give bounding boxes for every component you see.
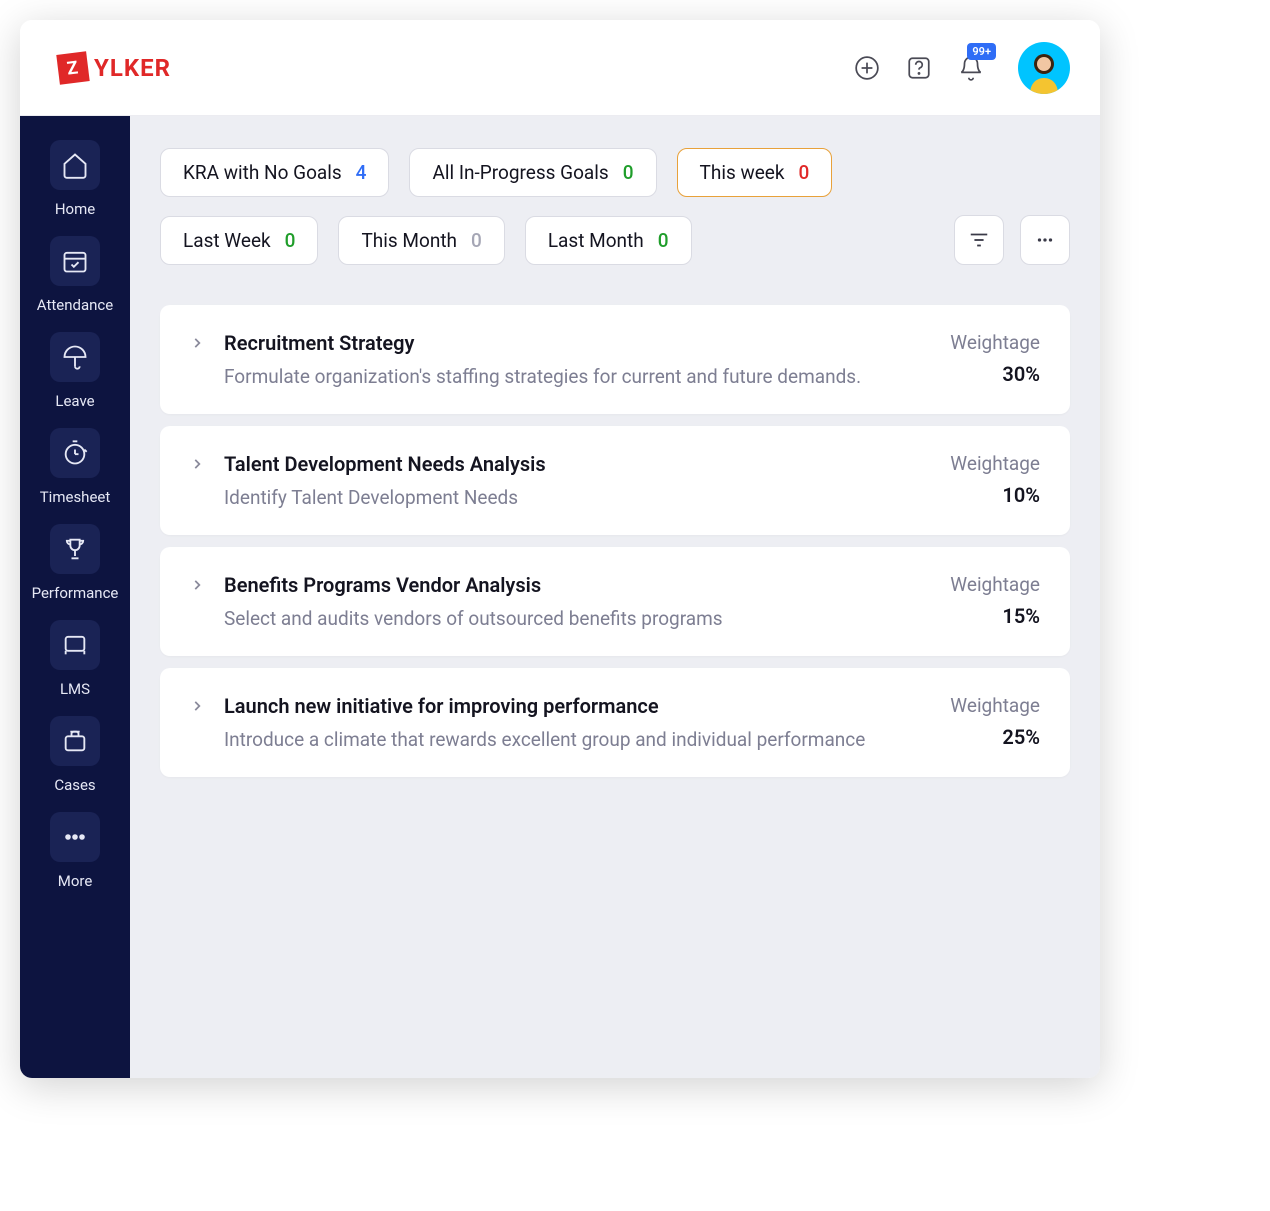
- sidebar-item-lms[interactable]: LMS: [50, 620, 100, 698]
- weightage-value: 10%: [930, 483, 1040, 507]
- sidebar: Home Attendance Leave Timesheet Performa…: [20, 116, 130, 1078]
- kra-weightage: Weightage 10%: [930, 452, 1040, 507]
- kra-card-body: Launch new initiative for improving perf…: [224, 694, 910, 751]
- weightage-label: Weightage: [930, 331, 1040, 354]
- kra-weightage: Weightage 25%: [930, 694, 1040, 749]
- chevron-right-icon[interactable]: [190, 456, 204, 475]
- home-icon: [50, 140, 100, 190]
- kra-desc: Select and audits vendors of outsourced …: [224, 607, 910, 630]
- sidebar-item-cases[interactable]: Cases: [50, 716, 100, 794]
- notification-badge: 99+: [967, 43, 996, 60]
- sidebar-item-label: Attendance: [37, 296, 113, 314]
- kra-weightage: Weightage 30%: [930, 331, 1040, 386]
- more-options-icon[interactable]: [1020, 215, 1070, 265]
- kra-title: Recruitment Strategy: [224, 331, 910, 355]
- chip-count: 0: [799, 161, 810, 184]
- chip-last-month[interactable]: Last Month 0: [525, 216, 692, 265]
- chip-label: KRA with No Goals: [183, 161, 342, 184]
- chevron-right-icon[interactable]: [190, 698, 204, 717]
- brand-text: YLKER: [94, 54, 171, 82]
- sidebar-item-more[interactable]: More: [50, 812, 100, 890]
- kra-card-body: Recruitment Strategy Formulate organizat…: [224, 331, 910, 388]
- kra-card-body: Talent Development Needs Analysis Identi…: [224, 452, 910, 509]
- sidebar-item-label: Performance: [32, 584, 119, 602]
- kra-card[interactable]: Talent Development Needs Analysis Identi…: [160, 426, 1070, 535]
- sidebar-item-leave[interactable]: Leave: [50, 332, 100, 410]
- weightage-value: 25%: [930, 725, 1040, 749]
- chip-count: 4: [356, 161, 367, 184]
- sidebar-item-label: More: [58, 872, 93, 890]
- trophy-icon: [50, 524, 100, 574]
- body: Home Attendance Leave Timesheet Performa…: [20, 116, 1100, 1078]
- sidebar-item-label: Cases: [54, 776, 95, 794]
- chip-count: 0: [658, 229, 669, 252]
- briefcase-icon: [50, 716, 100, 766]
- weightage-label: Weightage: [930, 573, 1040, 596]
- app-window: Z YLKER 99+: [20, 20, 1100, 1078]
- kra-desc: Introduce a climate that rewards excelle…: [224, 728, 910, 751]
- kra-desc: Formulate organization's staffing strate…: [224, 365, 910, 388]
- sidebar-item-home[interactable]: Home: [50, 140, 100, 218]
- chip-in-progress-goals[interactable]: All In-Progress Goals 0: [409, 148, 656, 197]
- chip-count: 0: [623, 161, 634, 184]
- help-icon[interactable]: [904, 53, 934, 83]
- chip-count: 0: [285, 229, 296, 252]
- filter-chips: KRA with No Goals 4 All In-Progress Goal…: [160, 148, 1070, 265]
- kra-title: Talent Development Needs Analysis: [224, 452, 910, 476]
- lms-icon: [50, 620, 100, 670]
- chip-label: All In-Progress Goals: [432, 161, 608, 184]
- weightage-label: Weightage: [930, 694, 1040, 717]
- weightage-value: 30%: [930, 362, 1040, 386]
- sidebar-item-performance[interactable]: Performance: [32, 524, 119, 602]
- brand-mark: Z: [56, 51, 89, 84]
- chip-label: This week: [700, 161, 785, 184]
- chevron-right-icon[interactable]: [190, 335, 204, 354]
- topbar: Z YLKER 99+: [20, 20, 1100, 116]
- kra-card[interactable]: Launch new initiative for improving perf…: [160, 668, 1070, 777]
- kra-title: Launch new initiative for improving perf…: [224, 694, 910, 718]
- sidebar-item-label: Timesheet: [40, 488, 111, 506]
- kra-list: Recruitment Strategy Formulate organizat…: [160, 305, 1070, 777]
- chip-count: 0: [471, 229, 482, 252]
- weightage-value: 15%: [930, 604, 1040, 628]
- topbar-actions: 99+: [852, 42, 1070, 94]
- more-icon: [50, 812, 100, 862]
- sidebar-item-label: LMS: [60, 680, 90, 698]
- timer-icon: [50, 428, 100, 478]
- add-icon[interactable]: [852, 53, 882, 83]
- umbrella-icon: [50, 332, 100, 382]
- chip-last-week[interactable]: Last Week 0: [160, 216, 318, 265]
- chip-label: Last Month: [548, 229, 644, 252]
- avatar[interactable]: [1018, 42, 1070, 94]
- kra-desc: Identify Talent Development Needs: [224, 486, 910, 509]
- sidebar-item-label: Home: [55, 200, 95, 218]
- bell-icon[interactable]: 99+: [956, 53, 986, 83]
- chip-kra-no-goals[interactable]: KRA with No Goals 4: [160, 148, 389, 197]
- filter-icon[interactable]: [954, 215, 1004, 265]
- kra-weightage: Weightage 15%: [930, 573, 1040, 628]
- sidebar-item-timesheet[interactable]: Timesheet: [40, 428, 111, 506]
- sidebar-item-attendance[interactable]: Attendance: [37, 236, 113, 314]
- kra-title: Benefits Programs Vendor Analysis: [224, 573, 910, 597]
- chip-this-week[interactable]: This week 0: [677, 148, 833, 197]
- filter-chips-row2: Last Week 0 This Month 0 Last Month 0: [160, 215, 1070, 265]
- toolbar-buttons: [954, 215, 1070, 265]
- kra-card[interactable]: Benefits Programs Vendor Analysis Select…: [160, 547, 1070, 656]
- brand-logo[interactable]: Z YLKER: [58, 53, 171, 83]
- main-content: KRA with No Goals 4 All In-Progress Goal…: [130, 116, 1100, 1078]
- sidebar-item-label: Leave: [55, 392, 94, 410]
- chevron-right-icon[interactable]: [190, 577, 204, 596]
- chip-this-month[interactable]: This Month 0: [338, 216, 504, 265]
- kra-card[interactable]: Recruitment Strategy Formulate organizat…: [160, 305, 1070, 414]
- chip-label: This Month: [361, 229, 457, 252]
- chip-label: Last Week: [183, 229, 271, 252]
- weightage-label: Weightage: [930, 452, 1040, 475]
- kra-card-body: Benefits Programs Vendor Analysis Select…: [224, 573, 910, 630]
- calendar-check-icon: [50, 236, 100, 286]
